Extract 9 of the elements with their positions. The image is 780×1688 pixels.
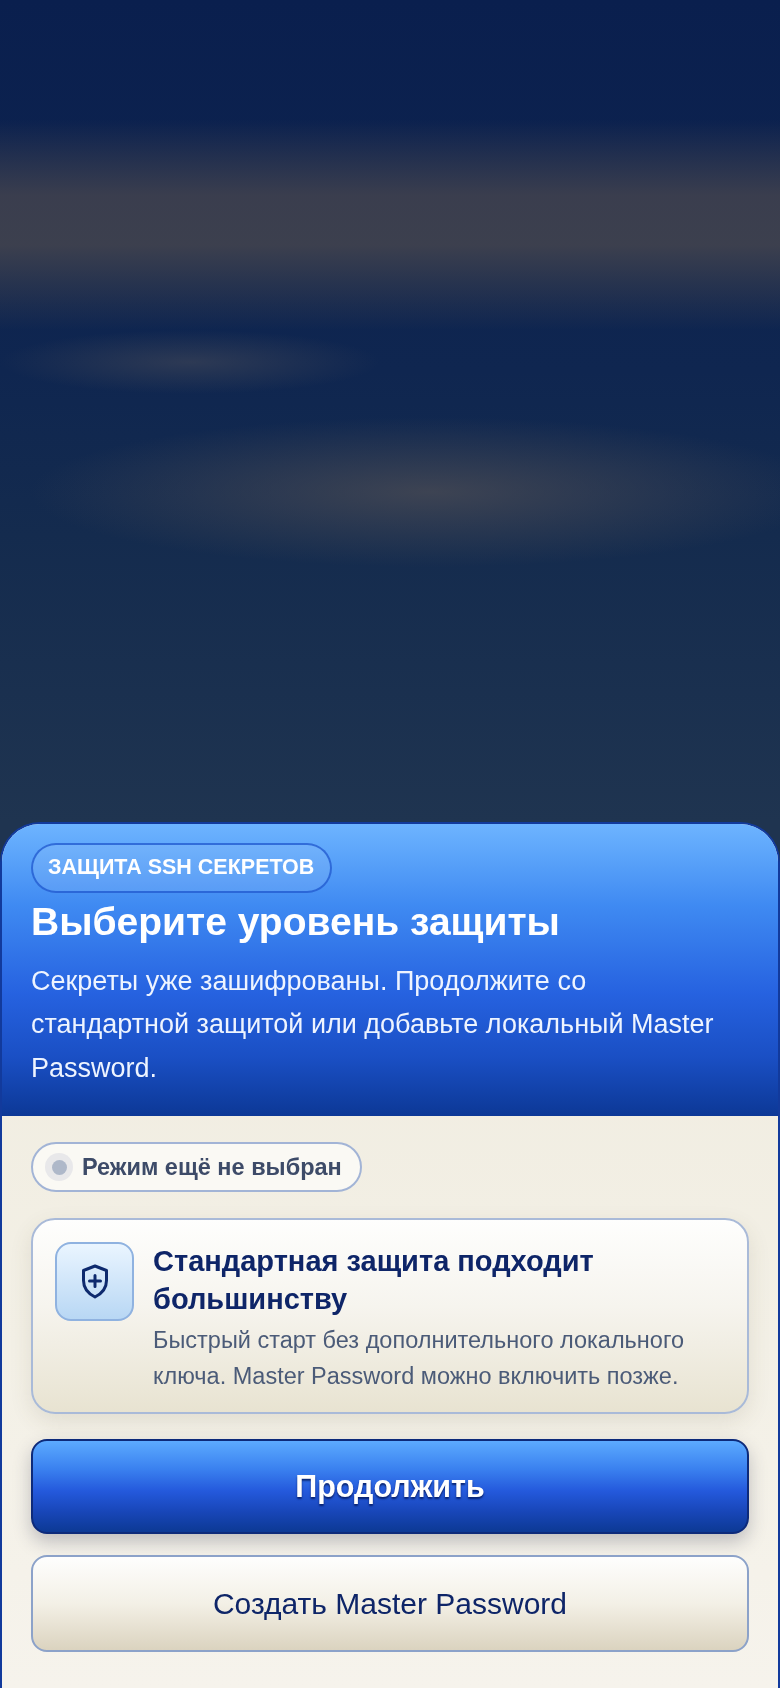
section-badge: ЗАЩИТА SSH СЕКРЕТОВ: [31, 842, 333, 893]
sheet-description: Секреты уже зашифрованы. Продолжите со стандартной защитой или добавьте локальный Master Password.: [31, 964, 715, 1085]
shield-plus-icon: [55, 1242, 134, 1321]
sheet-title: Выберите уровень защиты: [31, 898, 561, 945]
recommendation-description: Быстрый старт без дополнительного локального ключа. Master Password можно включить позже.: [153, 1326, 686, 1391]
create-password-button[interactable]: Создать Master Password: [31, 1555, 749, 1652]
recommendation-title: Стандартная защита подходит большинству: [153, 1244, 595, 1317]
continue-button[interactable]: Продолжить: [31, 1439, 749, 1534]
mode-status-label: Режим ещё не выбран: [82, 1153, 342, 1181]
